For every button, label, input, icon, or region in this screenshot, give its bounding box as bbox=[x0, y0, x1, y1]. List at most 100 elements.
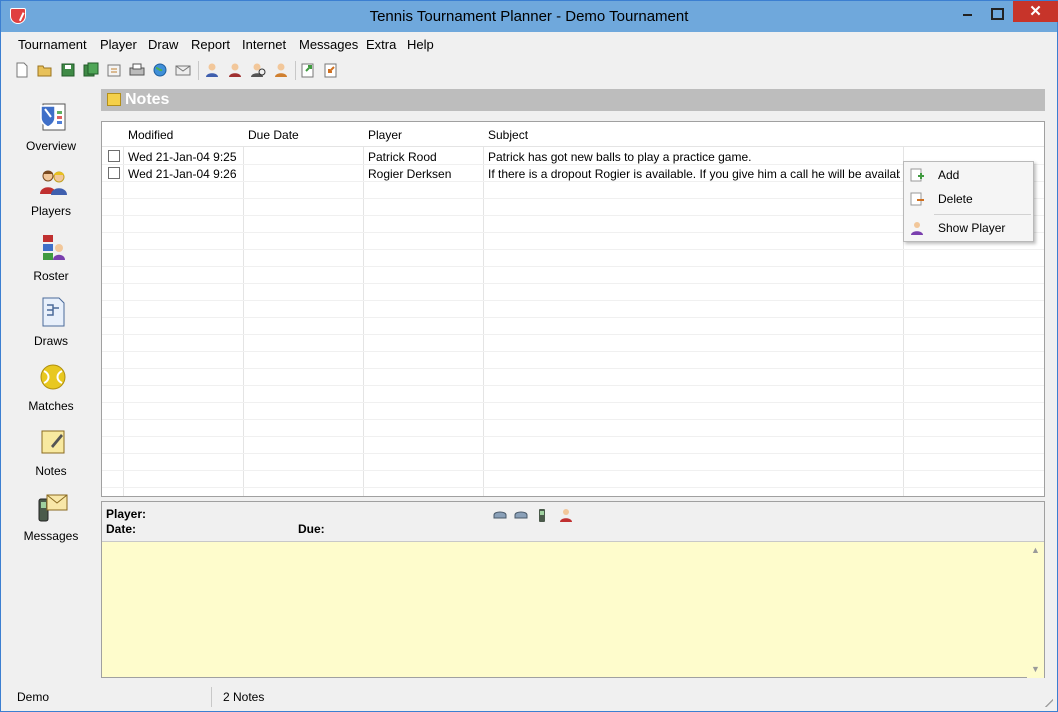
row-checkbox[interactable] bbox=[108, 167, 120, 179]
player-icon bbox=[911, 222, 923, 235]
nav-label: Overview bbox=[25, 139, 76, 153]
resize-grip-icon[interactable] bbox=[1043, 697, 1053, 707]
note-details-panel: Player: Date: Due: ▲ ▼ bbox=[101, 501, 1045, 678]
email-icon[interactable] bbox=[174, 61, 192, 79]
phone-2-icon[interactable] bbox=[513, 507, 529, 523]
row-divider bbox=[102, 300, 1044, 301]
menu-draw[interactable]: Draw bbox=[148, 37, 178, 52]
note-text-area[interactable]: ▲ ▼ bbox=[102, 541, 1044, 678]
player-edit-icon[interactable] bbox=[272, 61, 290, 79]
save-icon[interactable] bbox=[59, 61, 77, 79]
row-divider bbox=[102, 283, 1044, 284]
cell-modified: Wed 21-Jan-04 9:26 bbox=[128, 167, 237, 181]
menu-extra[interactable]: Extra bbox=[366, 37, 396, 52]
nav-overview[interactable]: Overview bbox=[1, 101, 101, 161]
nav-label: Notes bbox=[35, 464, 67, 478]
context-menu-label: Add bbox=[938, 168, 960, 182]
grid-header: Modified Due Date Player Subject bbox=[102, 122, 1044, 147]
row-divider bbox=[102, 470, 1044, 471]
title-bar[interactable]: Tennis Tournament Planner - Demo Tournam… bbox=[1, 1, 1058, 32]
row-divider bbox=[102, 487, 1044, 488]
internet-icon[interactable] bbox=[151, 61, 169, 79]
nav-players[interactable]: Players bbox=[1, 166, 101, 226]
context-menu: Add Delete Show Player bbox=[903, 161, 1034, 242]
minimize-button[interactable] bbox=[954, 1, 980, 22]
nav-label: Roster bbox=[33, 269, 69, 283]
cell-subject: Patrick has got new balls to play a prac… bbox=[488, 150, 752, 164]
section-header: Notes bbox=[101, 89, 1045, 111]
status-separator bbox=[211, 687, 212, 707]
nav-roster[interactable]: Roster bbox=[1, 231, 101, 291]
nav-label: Matches bbox=[28, 399, 74, 413]
menu-player[interactable]: Player bbox=[100, 37, 137, 52]
new-icon[interactable] bbox=[13, 61, 31, 79]
row-divider bbox=[102, 419, 1044, 420]
status-tournament: Demo bbox=[17, 690, 50, 704]
cell-modified: Wed 21-Jan-04 9:25 bbox=[128, 150, 237, 164]
detail-player-label: Player: bbox=[106, 507, 147, 521]
row-divider bbox=[102, 351, 1044, 352]
row-divider bbox=[102, 368, 1044, 369]
row-divider bbox=[102, 334, 1044, 335]
scroll-down-icon[interactable]: ▼ bbox=[1031, 665, 1040, 674]
save-all-icon[interactable] bbox=[82, 61, 100, 79]
context-menu-delete[interactable]: Delete bbox=[904, 188, 1033, 210]
menu-report[interactable]: Report bbox=[191, 37, 230, 52]
nav-draws[interactable]: Draws bbox=[1, 296, 101, 356]
print-icon[interactable] bbox=[128, 61, 146, 79]
column-header-due-date[interactable]: Due Date bbox=[248, 128, 299, 142]
nav-notes[interactable]: Notes bbox=[1, 426, 101, 486]
nav-label: Players bbox=[30, 204, 71, 218]
player-icon[interactable] bbox=[203, 61, 221, 79]
column-header-player[interactable]: Player bbox=[368, 128, 402, 142]
section-title: Notes bbox=[125, 91, 170, 108]
context-menu-add[interactable]: Add bbox=[904, 164, 1033, 186]
close-button[interactable]: ✕ bbox=[1013, 1, 1058, 22]
nav-matches[interactable]: Matches bbox=[1, 361, 101, 421]
row-checkbox[interactable] bbox=[108, 150, 120, 162]
detail-due-label: Due: bbox=[298, 522, 325, 536]
player-icon[interactable] bbox=[558, 507, 574, 523]
messages-icon bbox=[38, 494, 68, 522]
context-menu-label: Delete bbox=[938, 192, 973, 206]
column-header-modified[interactable]: Modified bbox=[128, 128, 173, 142]
properties-icon[interactable] bbox=[105, 61, 123, 79]
players-icon bbox=[40, 170, 67, 195]
row-divider bbox=[102, 385, 1044, 386]
row-divider bbox=[102, 436, 1044, 437]
menu-tournament[interactable]: Tournament bbox=[18, 37, 87, 52]
overview-icon bbox=[40, 103, 66, 131]
nav-messages[interactable]: Messages bbox=[1, 491, 101, 551]
menu-bar: Tournament Player Draw Report Internet M… bbox=[1, 34, 1057, 55]
row-divider bbox=[102, 402, 1044, 403]
menu-help[interactable]: Help bbox=[407, 37, 434, 52]
row-divider bbox=[102, 249, 1044, 250]
status-bar: Demo 2 Notes bbox=[1, 685, 1057, 711]
phone-icon[interactable] bbox=[492, 507, 508, 523]
status-note-count: 2 Notes bbox=[223, 690, 265, 704]
column-header-subject[interactable]: Subject bbox=[488, 128, 528, 142]
row-divider bbox=[102, 317, 1044, 318]
vertical-scrollbar[interactable]: ▲ ▼ bbox=[1027, 542, 1044, 678]
mobile-phone-icon[interactable] bbox=[534, 507, 550, 523]
export-icon[interactable] bbox=[299, 61, 317, 79]
side-navigation: Overview Players Roster Draws Matches No… bbox=[1, 91, 101, 681]
cell-player: Rogier Derksen bbox=[368, 167, 452, 181]
cell-subject: If there is a dropout Rogier is availabl… bbox=[488, 167, 900, 181]
toolbar bbox=[1, 58, 1057, 84]
notes-icon bbox=[107, 93, 121, 106]
toolbar-separator bbox=[198, 61, 199, 80]
import-icon[interactable] bbox=[322, 61, 340, 79]
maximize-button[interactable] bbox=[983, 1, 1009, 22]
nav-label: Messages bbox=[23, 529, 79, 543]
toolbar-separator bbox=[295, 61, 296, 80]
context-menu-separator bbox=[934, 214, 1031, 215]
player-add-icon[interactable] bbox=[226, 61, 244, 79]
open-icon[interactable] bbox=[36, 61, 54, 79]
row-divider bbox=[102, 453, 1044, 454]
context-menu-show-player[interactable]: Show Player bbox=[904, 217, 1033, 239]
menu-internet[interactable]: Internet bbox=[242, 37, 286, 52]
player-search-icon[interactable] bbox=[249, 61, 267, 79]
scroll-up-icon[interactable]: ▲ bbox=[1031, 546, 1040, 555]
menu-messages[interactable]: Messages bbox=[299, 37, 358, 52]
